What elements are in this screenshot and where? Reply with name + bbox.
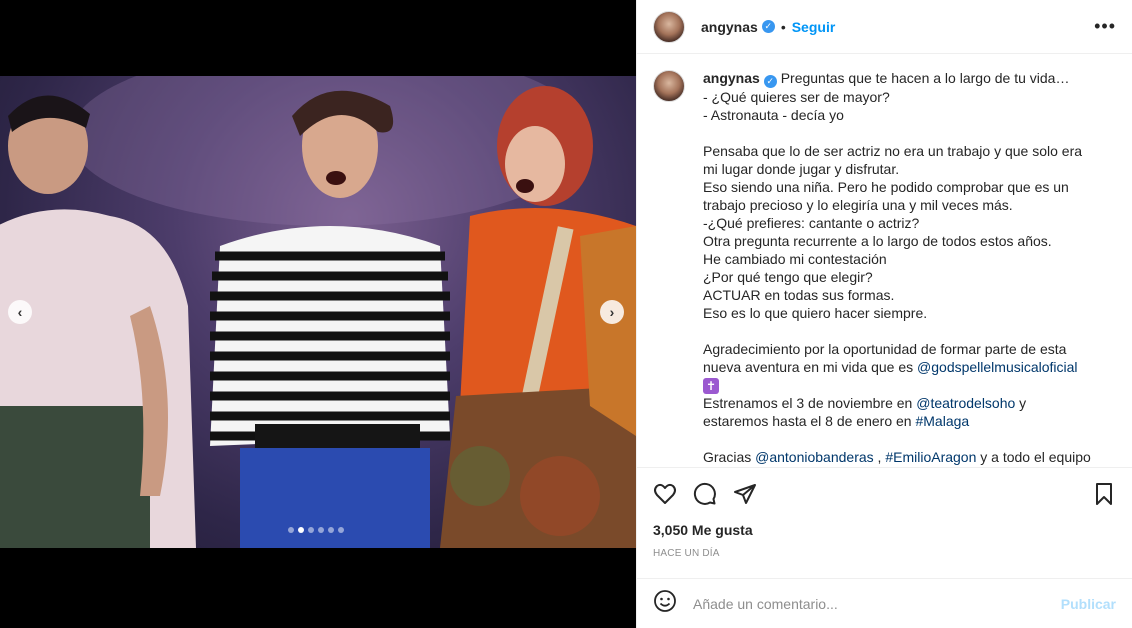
caption-line: Eso es lo que quiero hacer siempre. bbox=[703, 304, 928, 321]
stage-photo-illustration bbox=[0, 76, 636, 548]
caption-line: Otra pregunta recurrente a lo largo de t… bbox=[703, 232, 1052, 249]
caption: angynas ✓ Preguntas que te hacen a lo lar… bbox=[653, 69, 1116, 466]
caption-line: -¿Qué prefieres: cantante o actriz? bbox=[703, 214, 920, 231]
caption-area: angynas ✓ Preguntas que te hacen a lo lar… bbox=[637, 55, 1132, 467]
carousel-next-button[interactable]: › bbox=[600, 300, 624, 324]
comment-icon[interactable] bbox=[693, 482, 717, 506]
carousel-dot-active bbox=[298, 527, 304, 533]
carousel-dot bbox=[338, 527, 344, 533]
caption-text-segment: y a todo el equipo bbox=[976, 448, 1091, 465]
post-timestamp[interactable]: HACE UN DÍA bbox=[653, 548, 1116, 559]
mention-godspell-link[interactable]: @godspellelmusicaloficial bbox=[917, 359, 1078, 375]
caption-line: He cambiado mi contestación bbox=[703, 250, 887, 267]
caption-line: trabajo precioso y lo elegiría una y mil… bbox=[703, 196, 1013, 213]
post-window: ‹ › angynas ✓ • Seguir ••• angynas ✓ Preg… bbox=[0, 0, 1132, 628]
caption-line: angynas ✓ Preguntas que te hacen a lo lar… bbox=[703, 69, 1107, 88]
post-photo bbox=[0, 76, 636, 548]
caption-first-line: Preguntas que te hacen a lo largo de tu … bbox=[780, 70, 1070, 86]
caption-username[interactable]: angynas bbox=[703, 70, 760, 86]
carousel-dot bbox=[308, 527, 314, 533]
caption-text-segment: , bbox=[873, 448, 886, 465]
caption-line: ¿Por qué tengo que elegir? bbox=[703, 268, 873, 285]
publish-button[interactable]: Publicar bbox=[1061, 596, 1116, 612]
caption-line: Eso siendo una niña. Pero he podido comp… bbox=[703, 178, 1069, 195]
caption-line bbox=[703, 124, 1107, 142]
chevron-right-icon: › bbox=[609, 304, 615, 320]
latin-cross-emoji: ✝ bbox=[703, 377, 719, 394]
post-header: angynas ✓ • Seguir ••• bbox=[637, 0, 1132, 54]
heart-icon[interactable] bbox=[653, 482, 677, 506]
comment-bar: Publicar bbox=[637, 578, 1132, 628]
follow-button[interactable]: Seguir bbox=[792, 19, 836, 35]
post-actions: 3,050 Me gusta HACE UN DÍA bbox=[637, 467, 1132, 577]
avatar[interactable] bbox=[653, 10, 685, 43]
carousel-dot bbox=[318, 527, 324, 533]
caption-line: - Astronauta - decía yo bbox=[703, 106, 844, 123]
caption-text-segment: y bbox=[1015, 394, 1027, 411]
caption-line bbox=[703, 430, 1107, 448]
caption-line: mi lugar donde jugar y disfrutar. bbox=[703, 160, 900, 177]
comment-input[interactable] bbox=[693, 595, 1061, 612]
emoji-icon[interactable] bbox=[653, 589, 677, 618]
separator-bullet: • bbox=[780, 18, 786, 35]
caption-line: Gracias @antoniobanderas , #EmilioAragon… bbox=[703, 448, 1107, 466]
caption-line: ACTUAR en todas sus formas. bbox=[703, 286, 895, 303]
chevron-left-icon: ‹ bbox=[17, 304, 23, 320]
caption-line: estaremos hasta el 8 de enero en #Malaga bbox=[703, 412, 1107, 430]
verified-icon: ✓ bbox=[761, 20, 775, 33]
caption-text-segment: nueva aventura en mi vida que es bbox=[703, 358, 918, 375]
caption-text: angynas ✓ Preguntas que te hacen a lo lar… bbox=[703, 69, 1107, 466]
more-options-icon[interactable]: ••• bbox=[1094, 16, 1116, 37]
mention-antonio-link[interactable]: @antoniobanderas bbox=[755, 449, 874, 465]
carousel-prev-button[interactable]: ‹ bbox=[8, 300, 32, 324]
post-media: ‹ › bbox=[0, 0, 636, 628]
hashtag-malaga-link[interactable]: #Malaga bbox=[915, 413, 969, 429]
caption-line: nueva aventura en mi vida que es @godspe… bbox=[703, 358, 1107, 376]
caption-line: Estrenamos el 3 de noviembre en @teatrod… bbox=[703, 394, 1107, 412]
caption-avatar[interactable] bbox=[653, 70, 685, 102]
caption-line bbox=[703, 322, 1107, 340]
hashtag-emilio-link[interactable]: #EmilioAragon bbox=[885, 449, 976, 465]
header-username[interactable]: angynas bbox=[701, 19, 758, 35]
caption-text-segment: estaremos hasta el 8 de enero en bbox=[703, 412, 916, 429]
caption-line: - ¿Qué quieres ser de mayor? bbox=[703, 88, 890, 105]
caption-text-segment: Estrenamos el 3 de noviembre en bbox=[703, 394, 917, 411]
caption-line: Agradecimiento por la oportunidad de for… bbox=[703, 340, 1067, 357]
verified-icon: ✓ bbox=[763, 74, 777, 88]
striped-shirt bbox=[210, 226, 450, 446]
action-icon-row bbox=[653, 468, 1116, 520]
bookmark-icon[interactable] bbox=[1092, 482, 1116, 506]
carousel-dot bbox=[288, 527, 294, 533]
caption-line: ✝ bbox=[703, 376, 1107, 394]
carousel-dot bbox=[328, 527, 334, 533]
caption-line: Pensaba que lo de ser actriz no era un t… bbox=[703, 142, 1083, 159]
carousel-indicator bbox=[288, 527, 344, 533]
likes-count[interactable]: 3,050 Me gusta bbox=[653, 522, 1116, 538]
caption-text-segment: Gracias bbox=[703, 448, 756, 465]
mention-teatro-link[interactable]: @teatrodelsoho bbox=[916, 395, 1015, 411]
post-side-panel: angynas ✓ • Seguir ••• angynas ✓ Pregunta… bbox=[636, 0, 1132, 628]
share-icon[interactable] bbox=[733, 482, 757, 506]
